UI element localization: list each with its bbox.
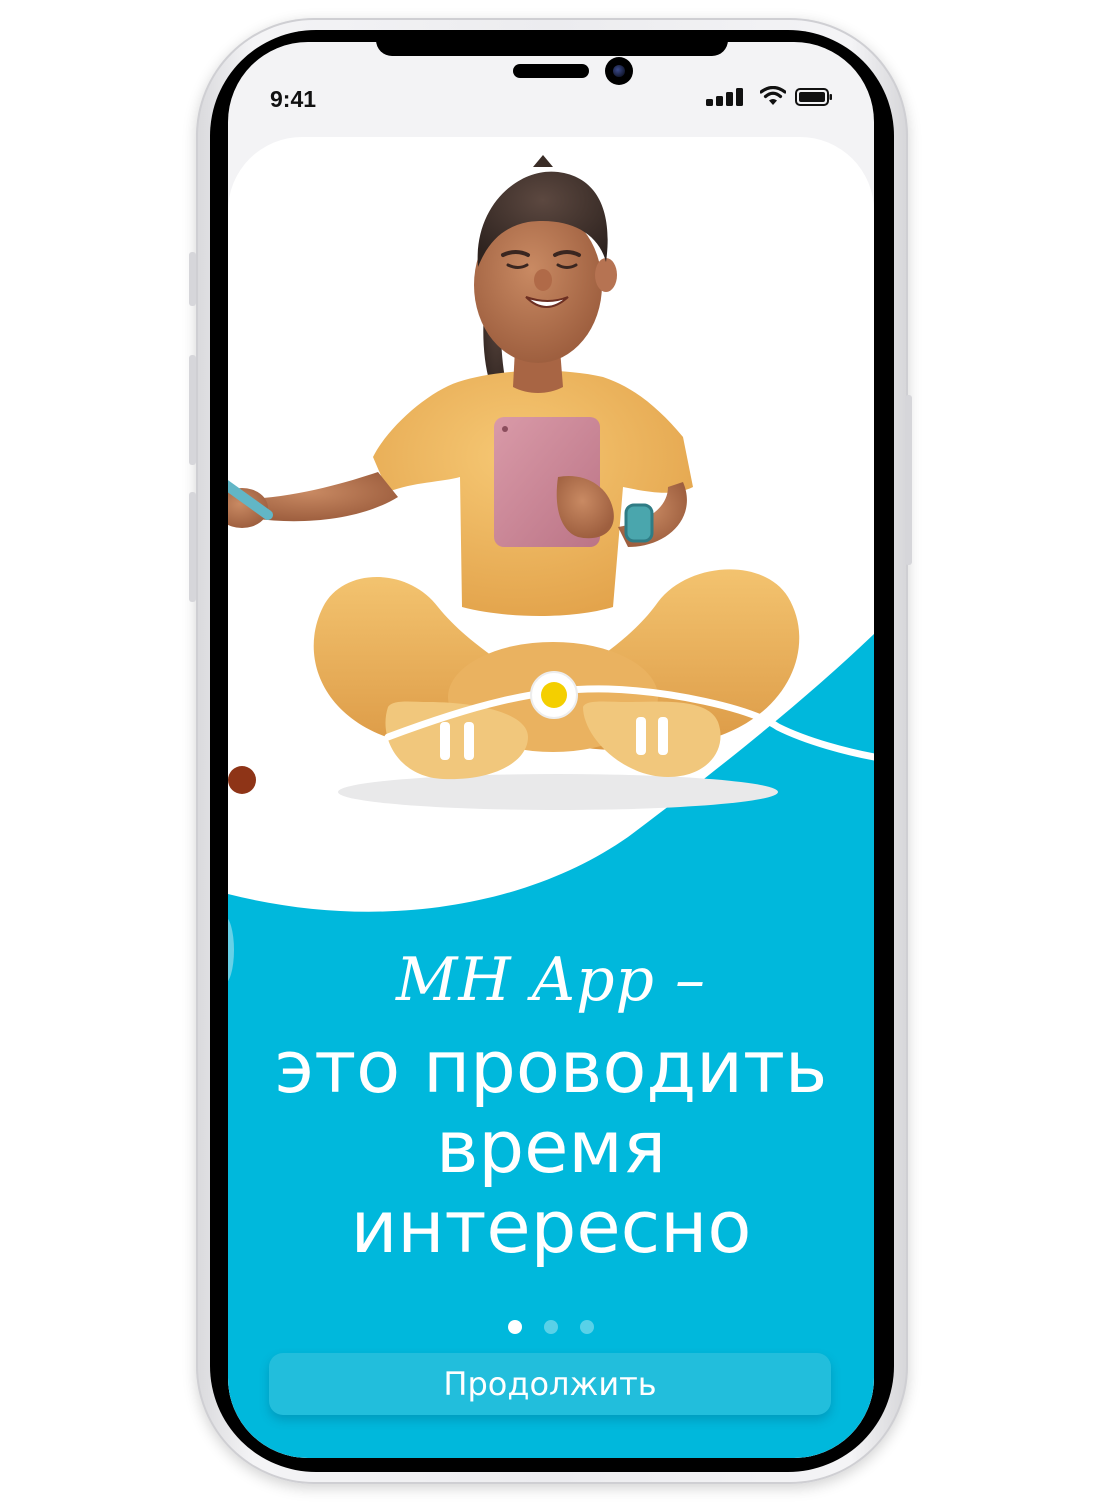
power-button — [905, 395, 912, 565]
speaker-grille — [513, 64, 589, 78]
continue-button[interactable]: Продолжить — [269, 1353, 831, 1415]
page-dot-1[interactable] — [508, 1320, 522, 1334]
phone-notch — [376, 40, 728, 56]
headline-line-1: это проводить — [274, 1025, 828, 1109]
device-mockup: 9:41 MH App – это проводить время интере… — [0, 0, 1101, 1502]
volume-up-button — [189, 355, 196, 465]
brown-dot-decoration — [228, 766, 256, 794]
page-indicator — [228, 1320, 874, 1334]
page-dot-3[interactable] — [580, 1320, 594, 1334]
mute-switch — [189, 252, 196, 306]
front-camera — [605, 57, 633, 85]
status-time: 9:41 — [270, 86, 317, 112]
wifi-icon — [760, 86, 786, 105]
onboarding-headline: это проводить время интересно — [228, 1027, 874, 1267]
headline-line-2: время — [435, 1105, 667, 1189]
headline-line-3: интересно — [350, 1185, 752, 1269]
onboarding-card: MH App – это проводить время интересно П… — [228, 137, 874, 1458]
app-name-title: MH App – — [395, 945, 707, 1015]
signal-icon — [706, 88, 743, 106]
battery-icon — [795, 88, 832, 106]
page-dot-2[interactable] — [544, 1320, 558, 1334]
volume-down-button — [189, 492, 196, 602]
person-with-tablet-illustration — [228, 155, 800, 810]
